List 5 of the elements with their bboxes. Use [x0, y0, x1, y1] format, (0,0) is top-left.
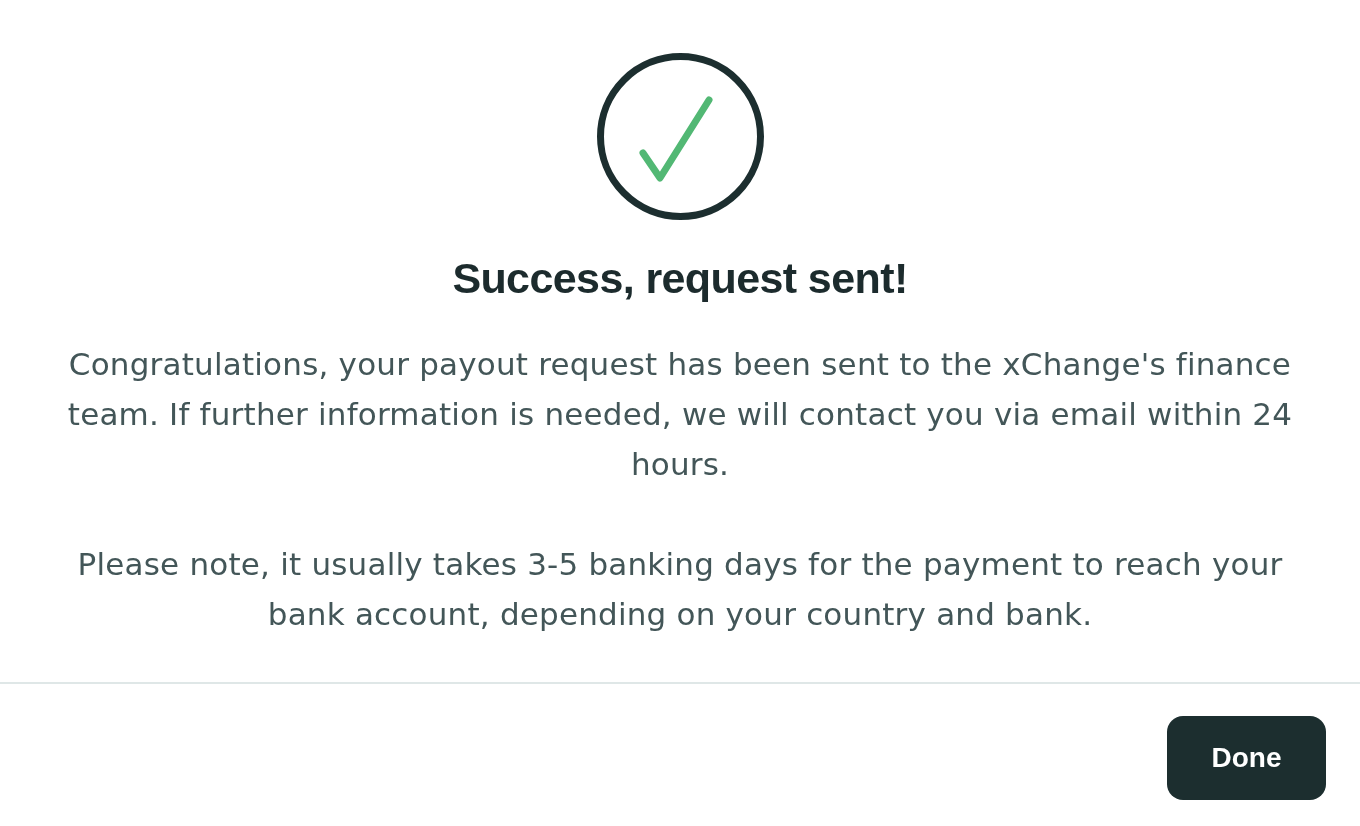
message-paragraph: Please note, it usually takes 3-5 banking days for the payment to reach your bank account, depending on your country and bank. [76, 545, 1284, 634]
success-check-icon [596, 53, 764, 220]
done-button[interactable]: Done [1167, 716, 1326, 800]
dialog-title: Success, request sent! [452, 253, 908, 303]
message-paragraph: Congratulations, your payout request has been sent to the xChange's finance team. If further information is needed, we will contact you via email within 24 hours. [66, 345, 1294, 484]
